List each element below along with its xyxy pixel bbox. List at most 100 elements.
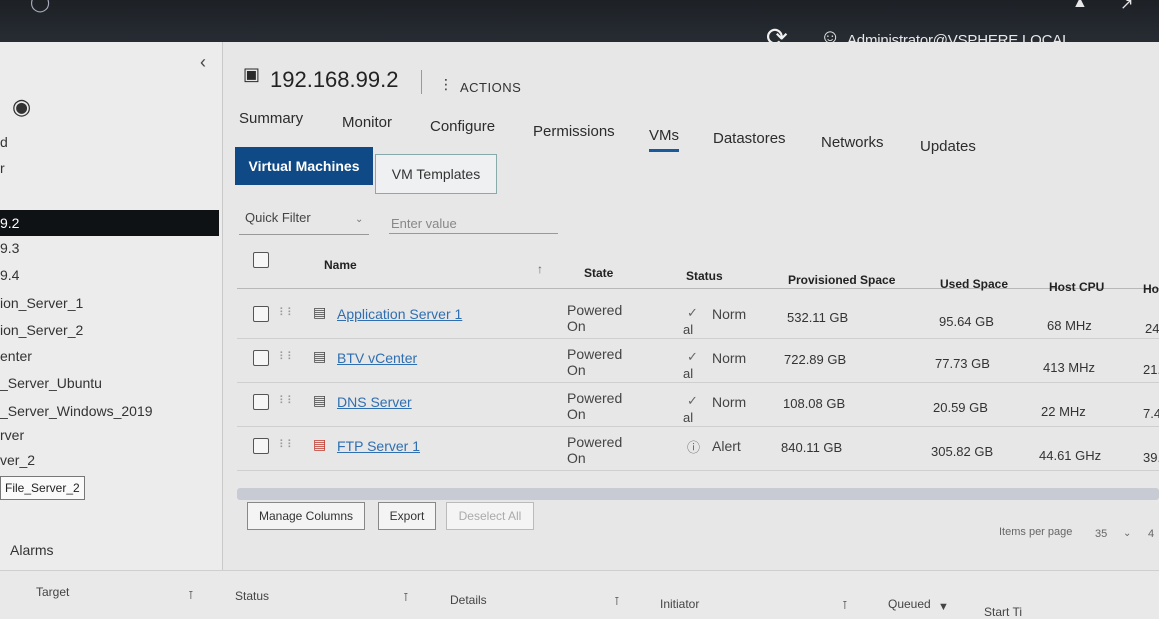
vm-state: Powered On	[567, 390, 622, 422]
tab-datastores[interactable]: Datastores	[713, 130, 786, 147]
state-line2: On	[567, 318, 586, 334]
state-line1: Powered	[567, 346, 623, 362]
more-vertical-icon[interactable]: ⋮	[439, 76, 453, 93]
column-details[interactable]: Details	[450, 593, 487, 607]
used-space: 95.64 GB	[939, 314, 994, 329]
column-queued[interactable]: Queued	[888, 597, 931, 611]
vm-icon: ▤	[313, 348, 327, 364]
drag-handle-icon[interactable]: ⠇⠇	[279, 350, 295, 363]
sidebar-item[interactable]: ion_Server_1	[0, 295, 83, 311]
help-icon[interactable]: ▲	[1072, 0, 1088, 12]
check-icon: ✓	[687, 305, 698, 320]
sidebar-item[interactable]: ion_Server_2	[0, 322, 83, 338]
host-cpu: 413 MHz	[1043, 360, 1096, 375]
manage-columns-button[interactable]: Manage Columns	[247, 502, 365, 530]
vm-status-wrap: al	[683, 410, 694, 425]
actions-menu[interactable]: ACTIONS	[460, 80, 521, 95]
row-checkbox[interactable]	[253, 306, 269, 322]
sort-icon[interactable]: ▼	[938, 601, 949, 613]
chevron-down-icon[interactable]: ⌄	[1123, 528, 1131, 539]
host-mem: 24	[1145, 321, 1159, 336]
vm-name-link[interactable]: BTV vCenter	[337, 350, 417, 366]
alarms-label[interactable]: Alarms	[10, 542, 54, 558]
items-per-page-select[interactable]: 35	[1095, 528, 1107, 540]
sidebar-item[interactable]: rver	[0, 427, 24, 443]
tab-configure[interactable]: Configure	[430, 118, 495, 135]
external-link-icon[interactable]: ↗	[1120, 0, 1133, 14]
tooltip: File_Server_2	[0, 476, 85, 500]
sidebar-item[interactable]: 9.4	[0, 267, 19, 283]
sort-asc-icon[interactable]: ↑	[537, 262, 543, 276]
column-status[interactable]: Status	[235, 589, 269, 603]
tab-networks[interactable]: Networks	[821, 134, 884, 151]
drag-handle-icon[interactable]: ⠇⠇	[279, 306, 295, 319]
main-content: ▣ 192.168.99.2 ⋮ ACTIONS Summary Monitor…	[223, 42, 1159, 613]
host-icon: ▣	[243, 64, 261, 84]
filter-icon[interactable]: ⊺	[188, 589, 194, 602]
column-target[interactable]: Target	[36, 585, 69, 599]
drag-handle-icon[interactable]: ⠇⠇	[279, 438, 295, 451]
tab-monitor[interactable]: Monitor	[342, 114, 392, 131]
subtab-vm-templates[interactable]: VM Templates	[375, 154, 497, 194]
column-initiator[interactable]: Initiator	[660, 597, 699, 611]
tab-vms[interactable]: VMs	[649, 127, 679, 152]
row-checkbox[interactable]	[253, 394, 269, 410]
filter-icon[interactable]: ⊺	[614, 595, 620, 608]
sidebar-item[interactable]: d	[0, 134, 8, 150]
column-used-space[interactable]: Used Space	[940, 277, 1008, 291]
sidebar-item-selected[interactable]: 9.2	[0, 210, 219, 236]
table-row[interactable]: ⠇⠇ ▤ Application Server 1 Powered On ✓ No…	[237, 296, 1159, 339]
column-provisioned-space[interactable]: Provisioned Space	[788, 273, 895, 287]
globe-icon[interactable]: ◉	[12, 94, 31, 120]
column-host-mem[interactable]: Ho	[1143, 282, 1159, 296]
row-checkbox[interactable]	[253, 438, 269, 454]
filter-value-input[interactable]	[389, 214, 558, 234]
vm-state: Powered On	[567, 302, 622, 334]
export-button[interactable]: Export	[378, 502, 436, 530]
collapse-icon[interactable]: ‹	[200, 52, 206, 73]
tab-updates[interactable]: Updates	[920, 138, 976, 155]
column-status[interactable]: Status	[686, 269, 723, 283]
sidebar-item[interactable]: _Server_Windows_2019	[0, 403, 153, 419]
state-line2: On	[567, 406, 586, 422]
table-row[interactable]: ⠇⠇ ▤ FTP Server 1 Powered On ⓘ Alert 840.…	[237, 428, 1159, 471]
subtab-virtual-machines[interactable]: Virtual Machines	[235, 147, 373, 185]
horizontal-scrollbar[interactable]	[237, 488, 1159, 500]
vm-name-link[interactable]: DNS Server	[337, 394, 412, 410]
select-all-checkbox[interactable]	[253, 252, 269, 268]
sidebar-item[interactable]: 9.3	[0, 240, 19, 256]
filter-icon[interactable]: ⊺	[403, 591, 409, 604]
column-host-cpu[interactable]: Host CPU	[1049, 280, 1104, 294]
vm-name-link[interactable]: Application Server 1	[337, 306, 462, 322]
vm-status: Norm	[712, 394, 747, 410]
host-cpu: 44.61 GHz	[1039, 448, 1102, 463]
sidebar-item[interactable]: _Server_Ubuntu	[0, 375, 102, 391]
column-state[interactable]: State	[584, 266, 613, 280]
column-name[interactable]: Name	[324, 258, 357, 272]
quick-filter-label[interactable]: Quick Filter	[245, 210, 311, 225]
host-cpu: 68 MHz	[1047, 318, 1092, 333]
column-start-time[interactable]: Start Ti	[984, 605, 1022, 619]
row-checkbox[interactable]	[253, 350, 269, 366]
vm-state: Powered On	[567, 346, 622, 378]
provisioned-space: 108.08 GB	[783, 396, 846, 411]
table-row[interactable]: ⠇⠇ ▤ BTV vCenter Powered On ✓ Norm al 722…	[237, 340, 1159, 383]
chevron-down-icon[interactable]: ⌄	[355, 214, 363, 225]
table-row[interactable]: ⠇⠇ ▤ DNS Server Powered On ✓ Norm al 108.…	[237, 384, 1159, 427]
filter-icon[interactable]: ⊺	[842, 599, 848, 612]
host-mem: 7.4	[1143, 406, 1159, 421]
deselect-all-button[interactable]: Deselect All	[446, 502, 534, 530]
vm-name-link[interactable]: FTP Server 1	[337, 438, 420, 454]
sidebar-item[interactable]: r	[0, 160, 5, 176]
sidebar-item[interactable]: enter	[0, 348, 32, 364]
search-icon[interactable]: ◯	[30, 0, 50, 13]
drag-handle-icon[interactable]: ⠇⠇	[279, 394, 295, 407]
table-header: Name ↑ State Status Provisioned Space Us…	[237, 242, 1159, 296]
sidebar-item[interactable]: ver_2	[0, 452, 35, 468]
state-line1: Powered	[567, 390, 623, 406]
state-line1: Powered	[567, 434, 623, 450]
item-count: 4	[1148, 528, 1155, 540]
recent-tasks-header: Target ⊺ Status ⊺ Details ⊺ Initiator ⊺ …	[0, 570, 1159, 619]
tab-summary[interactable]: Summary	[239, 110, 303, 127]
tab-permissions[interactable]: Permissions	[533, 123, 615, 140]
